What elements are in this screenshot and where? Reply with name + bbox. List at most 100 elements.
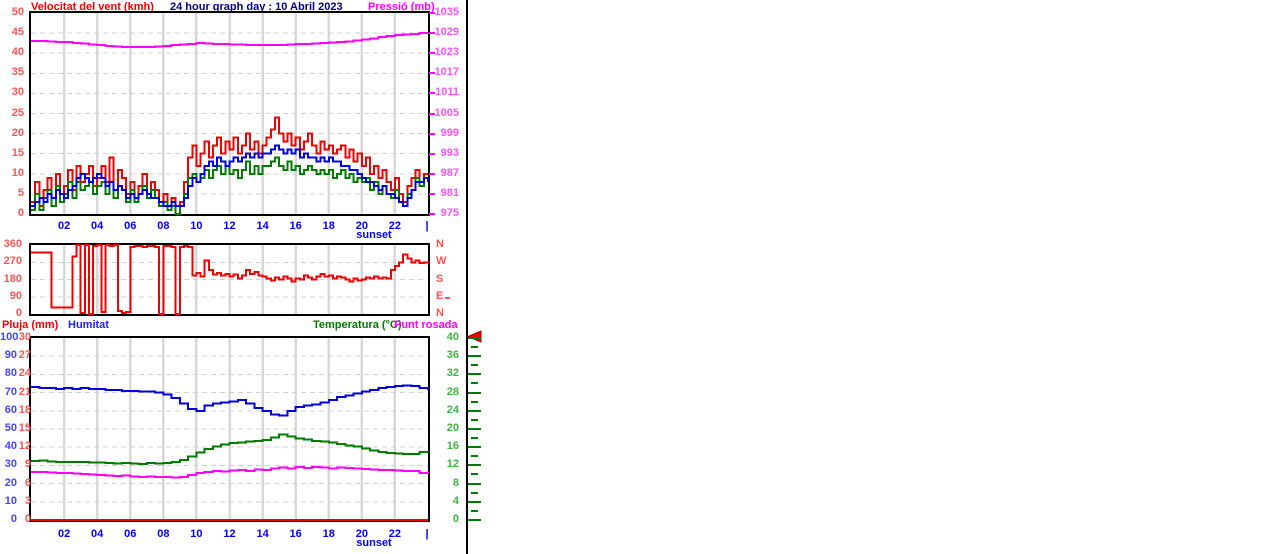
wind-direction-chart	[29, 243, 430, 316]
axis-tick-label: sunset	[356, 537, 392, 549]
axis-tick-label: 20	[11, 126, 24, 139]
axis-tick-label: 50	[4, 422, 17, 434]
axis-tick-mark	[468, 482, 481, 485]
axis-tick-mark	[468, 373, 481, 376]
axis-tick-mark	[468, 464, 481, 467]
axis-tick-mark	[471, 364, 478, 367]
axis-tick-label: 16	[289, 220, 302, 232]
axis-tick-mark	[471, 437, 478, 439]
axis-tick-label: 70	[4, 385, 17, 398]
axis-tick-mark	[468, 428, 481, 430]
axis-tick-label: 08	[157, 220, 170, 232]
axis-tick-label: 90	[9, 289, 22, 302]
axis-tick-mark	[468, 500, 481, 503]
axis-tick-label: 04	[91, 528, 104, 540]
axis-tick-label: 12	[223, 528, 236, 540]
axis-tick-label: |	[425, 220, 429, 232]
axis-tick-label: 40	[11, 46, 24, 59]
axis-tick-label: 32	[446, 367, 459, 380]
axis-tick-label: 1023	[434, 46, 459, 59]
axis-tick-label: 50	[11, 6, 24, 18]
axis-tick-label: N	[436, 238, 444, 250]
axis-tick-label: 25	[11, 106, 24, 119]
axis-tick-label: 5	[17, 186, 24, 199]
axis-tick-mark	[471, 382, 478, 385]
axis-tick-label: 12	[223, 220, 236, 232]
axis-tick-label: 30	[11, 86, 24, 99]
axis-tick-label: 1005	[434, 106, 459, 119]
axis-tick-label: 0	[10, 513, 17, 525]
axis-tick-label: 08	[157, 528, 170, 540]
axis-tick-mark	[471, 400, 478, 403]
axis-tick-label: 90	[4, 349, 17, 362]
axis-tick-label: 100	[0, 331, 19, 343]
axis-tick-label: 14	[256, 528, 269, 540]
axis-tick-label: 1011	[435, 86, 459, 99]
axis-tick-label: sunset	[356, 229, 392, 241]
axis-tick-label: 04	[91, 220, 104, 232]
axis-tick-label: 20	[355, 220, 368, 232]
axis-tick-label: 18	[322, 528, 335, 540]
axis-tick-label: 45	[11, 26, 24, 39]
axis-tick-label: |	[425, 528, 429, 540]
axis-tick-label: 1017	[434, 66, 459, 79]
axis-tick-label: 40	[446, 331, 459, 343]
axis-tick-label: 8	[452, 476, 459, 489]
axis-tick-label: 60	[4, 403, 17, 416]
axis-tick-label: 0	[452, 513, 459, 525]
east-tick-mark	[445, 297, 450, 299]
axis-tick-mark	[471, 346, 478, 348]
axis-tick-mark	[471, 455, 478, 458]
axis-tick-label: 02	[57, 220, 71, 232]
axis-tick-label: 36	[446, 349, 459, 362]
axis-tick-label: 14	[256, 220, 269, 232]
axis-tick-mark	[471, 491, 478, 494]
axis-tick-label: 02	[57, 528, 71, 540]
axis-tick-label: 993	[440, 146, 459, 159]
humidity-temperature-chart	[29, 336, 430, 522]
axis-tick-label: 10	[190, 528, 203, 540]
dewpoint-legend-label: Punt rosada	[394, 319, 458, 331]
axis-tick-label: S	[436, 272, 444, 285]
axis-tick-label: 80	[4, 367, 17, 380]
axis-tick-mark	[471, 473, 478, 476]
weather-graph-window: { "colors": { "red_line": "#ee0000", "re…	[0, 0, 1280, 554]
axis-tick-label: 981	[440, 186, 459, 199]
axis-tick-label: 360	[3, 238, 22, 250]
axis-tick-label: N	[436, 307, 444, 319]
axis-tick-mark	[468, 409, 481, 412]
axis-tick-label: 20	[355, 528, 368, 540]
axis-tick-label: 18	[322, 220, 335, 232]
axis-tick-label: 15	[11, 146, 24, 159]
axis-tick-label: 975	[440, 207, 459, 219]
axis-tick-label: W	[436, 255, 447, 268]
rain-legend-label: Pluja (mm)	[2, 319, 59, 331]
axis-tick-label: 4	[452, 494, 459, 507]
axis-tick-label: 0	[17, 207, 24, 219]
axis-tick-mark	[471, 509, 478, 512]
axis-tick-label: 28	[446, 385, 459, 398]
temperature-legend-label: Temperatura (°C)	[313, 319, 402, 331]
axis-tick-label: 10	[4, 494, 17, 507]
axis-tick-mark	[468, 391, 481, 394]
axis-tick-label: 20	[4, 476, 17, 489]
axis-tick-label: 22	[388, 528, 402, 540]
axis-tick-label: 35	[11, 66, 24, 79]
axis-tick-label: 22	[388, 220, 402, 232]
humidity-legend-label: Humitat	[68, 319, 109, 331]
axis-tick-label: 1029	[434, 26, 459, 39]
axis-tick-label: 16	[289, 528, 302, 540]
axis-tick-label: 12	[446, 458, 459, 471]
axis-tick-label: 20	[446, 422, 459, 434]
axis-tick-mark	[468, 519, 481, 521]
axis-tick-label: 06	[124, 220, 137, 232]
axis-tick-label: 999	[440, 126, 459, 139]
axis-tick-label: 180	[3, 272, 22, 285]
axis-tick-label: 40	[4, 440, 17, 453]
axis-tick-label: 987	[440, 166, 459, 179]
axis-tick-mark	[468, 446, 481, 449]
panel-right-border	[466, 0, 468, 554]
axis-tick-label: 10	[190, 220, 203, 232]
marker-arrow-icon	[466, 330, 482, 343]
axis-tick-label: 10	[11, 166, 24, 179]
